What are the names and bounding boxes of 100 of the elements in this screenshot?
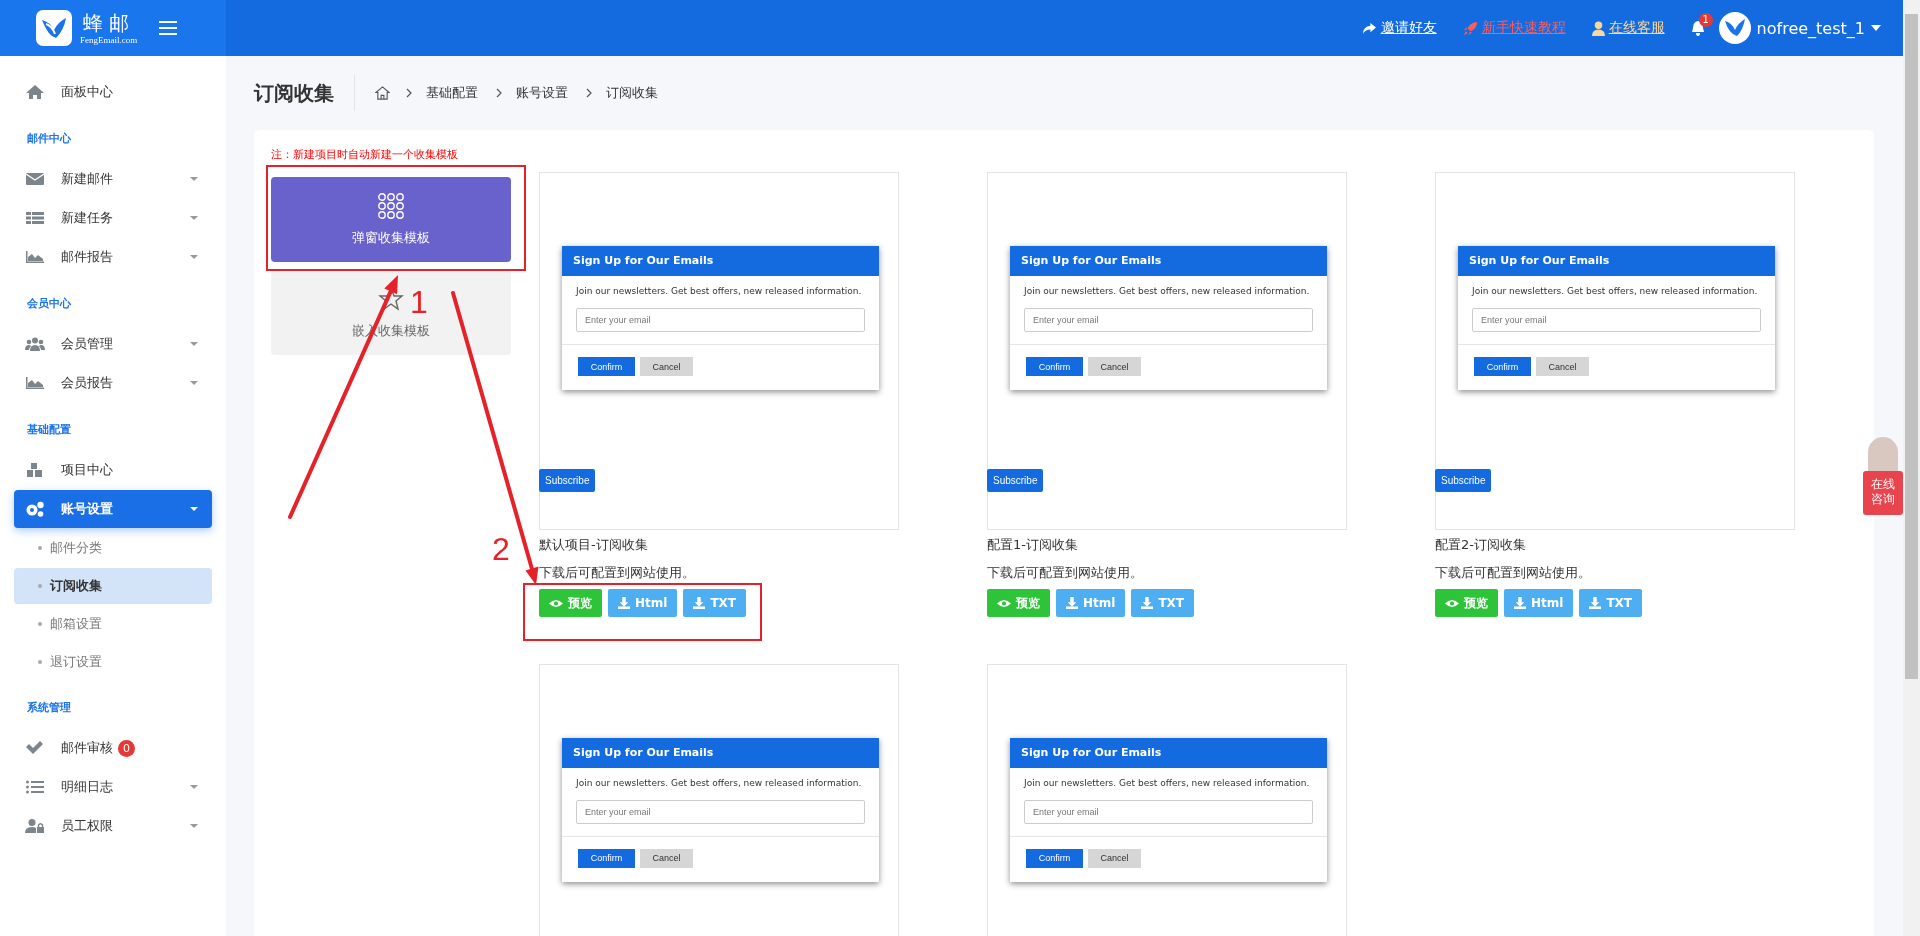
userlock-icon <box>25 818 45 834</box>
template-description: 下载后可配置到网站使用。 <box>539 564 696 582</box>
popup-heading: Sign Up for Our Emails <box>1010 737 1327 768</box>
cancel-button[interactable]: Cancel <box>640 848 693 868</box>
breadcrumb-item[interactable]: 账号设置 <box>516 84 568 102</box>
chat-button[interactable]: 在线咨询 <box>1863 471 1903 515</box>
download-icon <box>1066 597 1078 609</box>
caret-icon <box>190 381 198 385</box>
caret-icon <box>190 507 198 511</box>
download-icon <box>1589 597 1602 609</box>
download-icon <box>1141 597 1154 609</box>
sidebar-heading: 邮件中心 <box>26 131 72 147</box>
scrollbar-thumb[interactable] <box>1905 14 1918 679</box>
annotation-number: 2 <box>492 531 510 567</box>
sidebar-item[interactable]: 员工权限 <box>14 807 212 845</box>
download-icon <box>1514 597 1526 609</box>
download-icon <box>693 597 706 609</box>
menu-icon[interactable] <box>159 21 178 35</box>
template-title: 配置1-订阅收集 <box>987 536 1079 554</box>
caret-icon <box>190 216 198 220</box>
template-description: 下载后可配置到网站使用。 <box>987 564 1144 582</box>
confirm-button[interactable]: Confirm <box>1026 357 1083 376</box>
caret-icon <box>190 342 198 346</box>
photo-placeholder <box>1868 437 1898 471</box>
cancel-button[interactable]: Cancel <box>1088 848 1141 868</box>
sidebar-item[interactable]: 账号设置 <box>14 490 212 528</box>
confirm-button[interactable]: Confirm <box>1026 848 1083 868</box>
sidebar-item[interactable]: 邮件审核 0 <box>14 729 212 767</box>
email-field[interactable]: Enter your email <box>1024 799 1313 824</box>
template-description: 下载后可配置到网站使用。 <box>1435 564 1592 582</box>
sidebar-item[interactable]: 新建邮件 <box>14 160 212 198</box>
envelope-icon <box>25 171 45 187</box>
sidebar-subitem[interactable]: 订阅收集 <box>14 568 212 604</box>
sidebar-subitem[interactable]: 邮箱设置 <box>14 606 212 642</box>
header-link[interactable]: 邀请好友 <box>1361 19 1437 37</box>
logo-subtitle: FengEmail.com <box>80 34 138 46</box>
cancel-button[interactable]: Cancel <box>640 357 693 376</box>
sidebar-heading: 基础配置 <box>26 422 72 438</box>
avatar-icon[interactable] <box>1718 12 1751 44</box>
email-field[interactable]: Enter your email <box>1472 308 1761 332</box>
count-badge: 0 <box>118 739 135 757</box>
breadcrumb-item[interactable]: 基础配置 <box>426 84 478 102</box>
note-text: 注：新建项目时自动新建一个收集模板 <box>271 148 459 162</box>
sidebar-item[interactable]: 会员报告 <box>14 364 212 402</box>
cancel-button[interactable]: Cancel <box>1536 357 1589 376</box>
sidebar-item[interactable]: 新建任务 <box>14 199 212 237</box>
chart-icon <box>25 375 45 391</box>
breadcrumb-item[interactable]: 订阅收集 <box>606 84 658 102</box>
notification-badge: 1 <box>1698 13 1713 27</box>
caret-icon <box>190 177 198 181</box>
username[interactable]: nofree_test_1 <box>1756 18 1865 38</box>
sidebar-subitem[interactable]: 退订设置 <box>14 644 212 680</box>
caret-icon <box>190 824 198 828</box>
sidebar-item[interactable]: 面板中心 <box>14 73 212 111</box>
confirm-button[interactable]: Confirm <box>578 848 635 868</box>
email-field[interactable]: Enter your email <box>1024 308 1313 332</box>
popup-text: Join our newsletters. Get best offers, new released information. <box>576 285 863 298</box>
chevron-icon <box>406 88 412 98</box>
sidebar-subitem[interactable]: 邮件分类 <box>14 530 212 566</box>
popup-text: Join our newsletters. Get best offers, new released information. <box>1472 285 1759 298</box>
header-link[interactable]: 在线客服 <box>1591 19 1665 37</box>
dot-grid-icon <box>378 192 404 219</box>
sidebar-item[interactable]: 项目中心 <box>14 451 212 489</box>
subscribe-button[interactable]: Subscribe <box>1435 469 1492 492</box>
logo-title: 蜂邮 <box>82 10 135 35</box>
confirm-button[interactable]: Confirm <box>578 357 635 376</box>
template-title: 默认项目-订阅收集 <box>539 536 649 554</box>
template-type-tile[interactable]: 弹窗收集模板 <box>271 177 511 262</box>
confirm-button[interactable]: Confirm <box>1474 357 1531 376</box>
popup-heading: Sign Up for Our Emails <box>1010 246 1327 276</box>
cancel-button[interactable]: Cancel <box>1088 357 1141 376</box>
popup-text: Join our newsletters. Get best offers, new released information. <box>1024 285 1311 298</box>
caret-icon[interactable] <box>1871 25 1881 31</box>
home-icon[interactable] <box>375 86 390 100</box>
caret-icon <box>190 785 198 789</box>
sidebar-item[interactable]: 会员管理 <box>14 325 212 363</box>
rocket-icon <box>1462 20 1478 36</box>
email-field[interactable]: Enter your email <box>576 308 865 332</box>
scrollbar[interactable] <box>1903 0 1920 936</box>
check-icon <box>25 740 45 756</box>
sidebar-item[interactable]: 明细日志 <box>14 768 212 806</box>
eye-icon <box>997 598 1011 608</box>
subscribe-button[interactable]: Subscribe <box>539 469 596 492</box>
users-icon <box>25 336 45 352</box>
bell-icon[interactable] <box>1690 20 1705 36</box>
eye-icon <box>1445 598 1459 608</box>
chart-icon <box>25 249 45 265</box>
share-icon <box>1361 21 1377 35</box>
popup-heading: Sign Up for Our Emails <box>1458 246 1775 276</box>
sidebar-item[interactable]: 邮件报告 <box>14 238 212 276</box>
sidebar-heading: 会员中心 <box>26 296 72 312</box>
caret-icon <box>190 255 198 259</box>
email-field[interactable]: Enter your email <box>576 799 865 824</box>
eye-icon <box>549 598 563 608</box>
subscribe-button[interactable]: Subscribe <box>987 469 1044 492</box>
template-title: 配置2-订阅收集 <box>1435 536 1527 554</box>
user-icon <box>1591 20 1605 36</box>
list-icon <box>25 779 45 795</box>
cubes-icon <box>25 462 45 478</box>
popup-text: Join our newsletters. Get best offers, new released information. <box>1024 776 1311 790</box>
